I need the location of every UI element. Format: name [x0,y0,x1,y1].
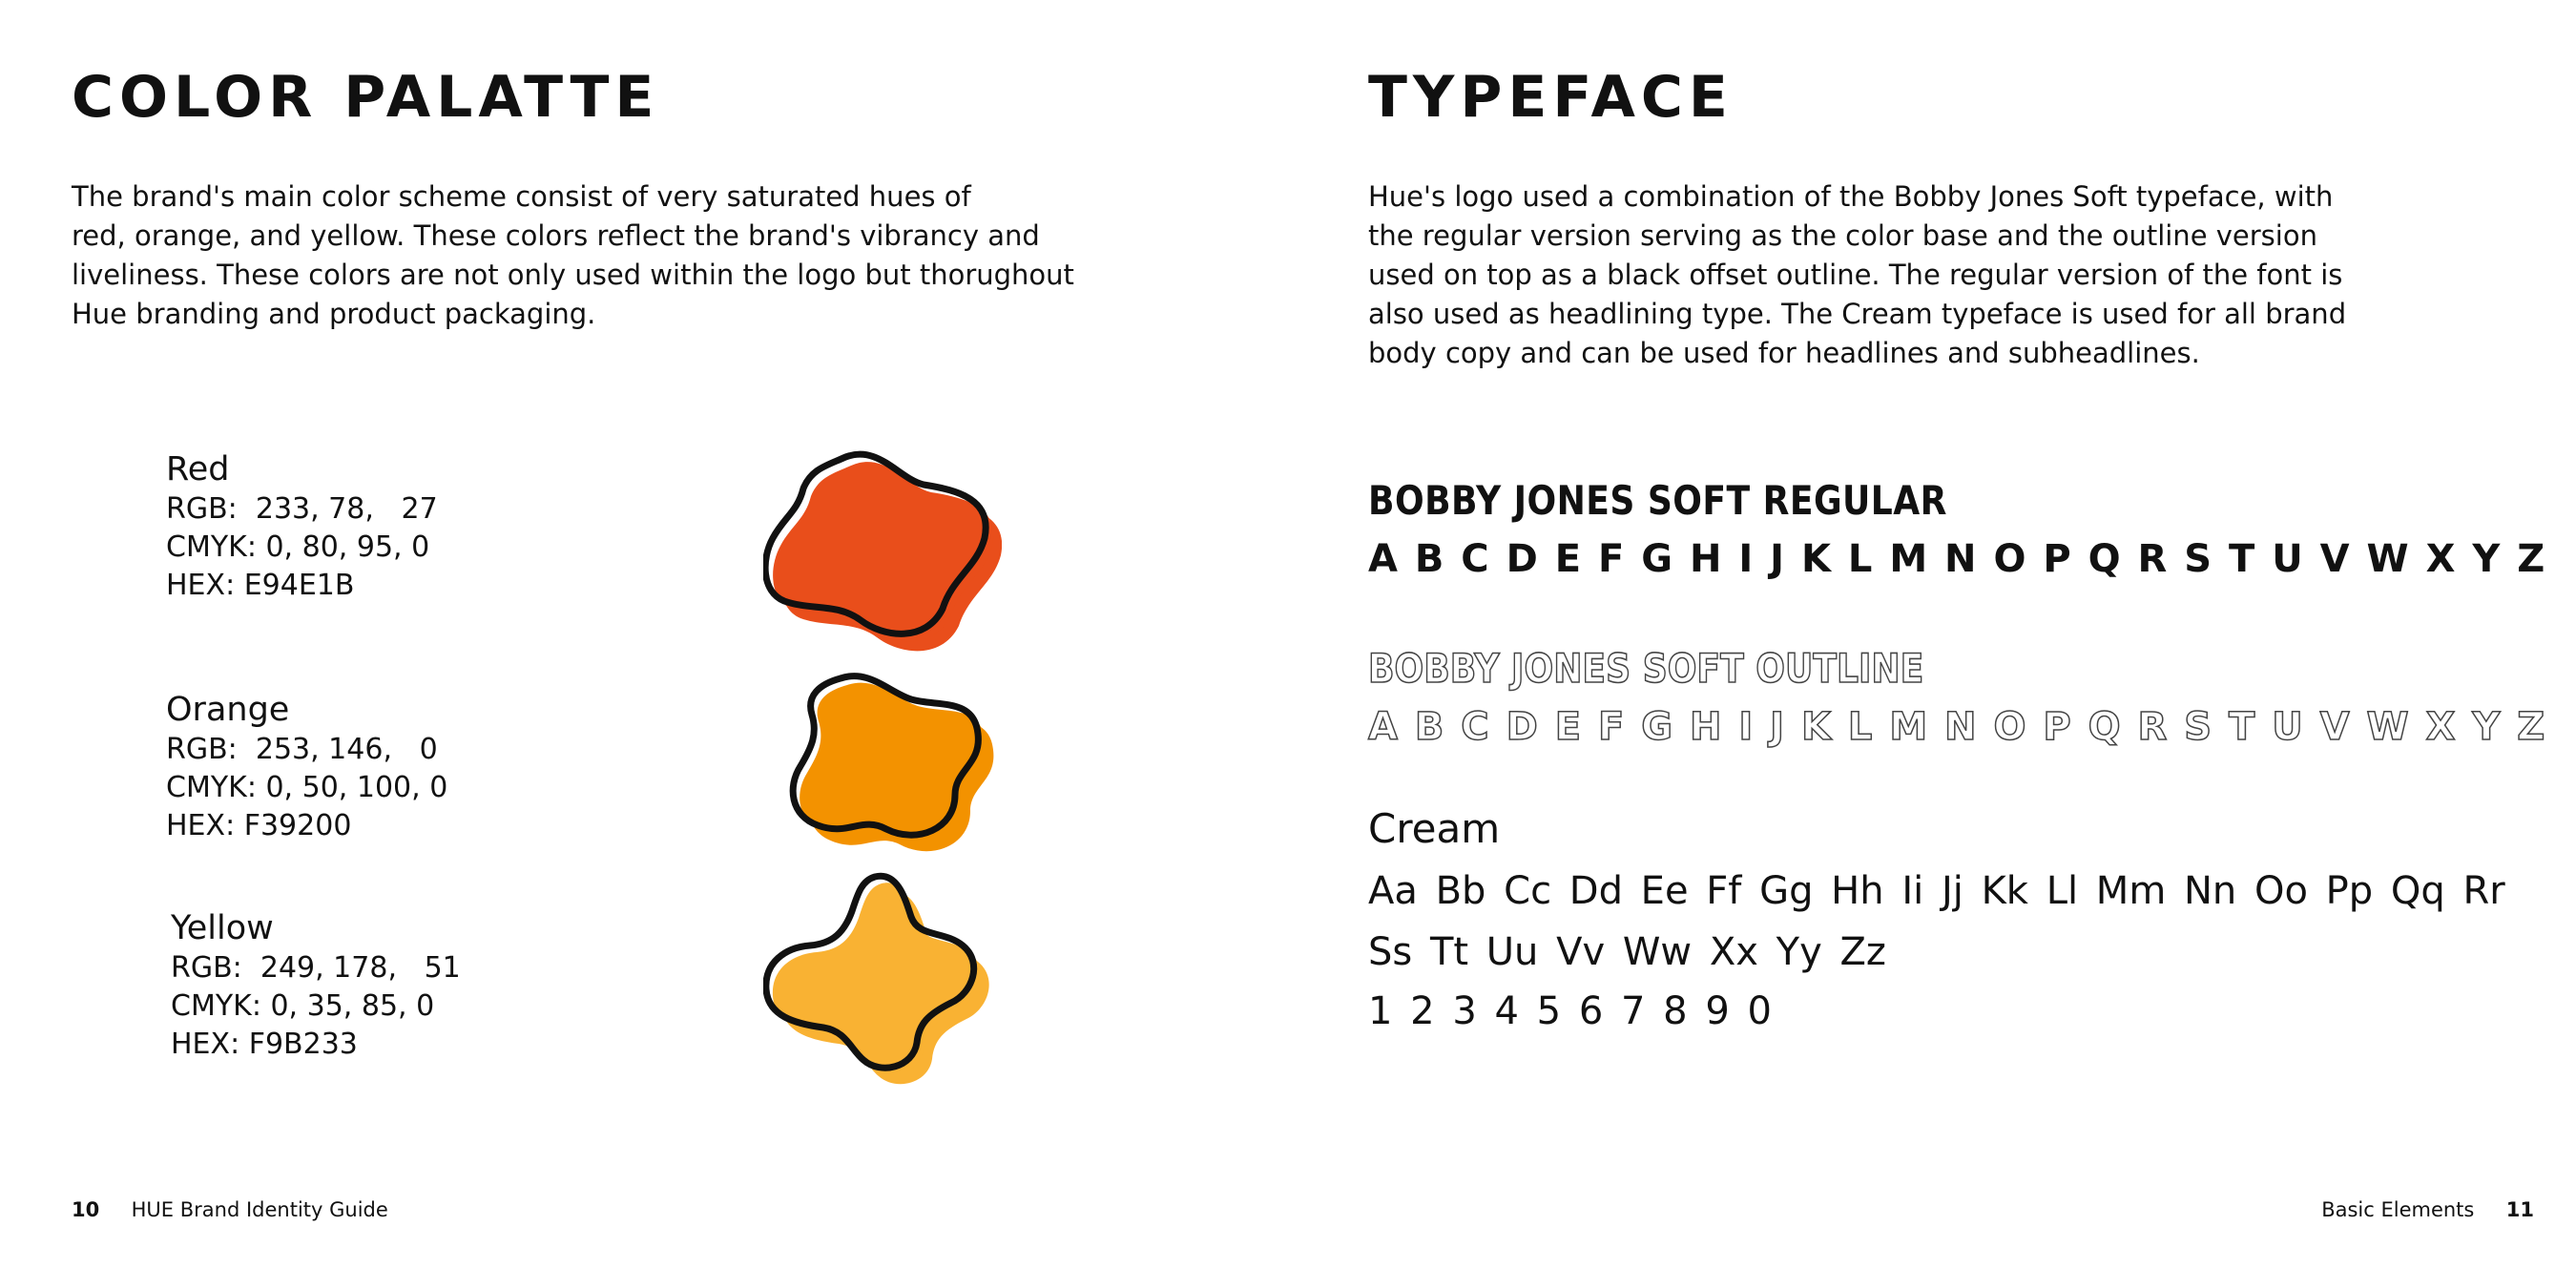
bobby-jones-regular-title: BOBBY JONES SOFT REGULAR [1368,477,1947,524]
page-number: 10 [72,1198,100,1221]
bobby-jones-outline-alphabet: A B C D E F G H I J K L M N O P Q R S T … [1367,705,2545,749]
yellow-blob-fill [772,883,981,1075]
page-number: 11 [2505,1198,2534,1221]
footer-label: Basic Elements [2321,1198,2475,1221]
right-page: TYPEFACE Hue's logo used a combination o… [1288,0,2576,1288]
cream-alphabet-line-2: Ss Tt Uu Vv Ww Xx Yy Zz [1368,930,1886,974]
swatch-cmyk: CMYK: 0, 80, 95, 0 [166,530,430,564]
swatch-rgb: RGB: 249, 178, 51 [171,951,461,985]
footer-spacer [106,1198,125,1221]
typeface-description: Hue's logo used a combination of the Bob… [1368,180,2347,369]
typeface-headline: TYPEFACE [1368,64,1734,131]
swatch-name: Yellow [171,909,274,947]
color-palette-headline: COLOR PALATTE [72,64,660,131]
swatch-hex: HEX: F9B233 [171,1028,358,1061]
swatch-rgb: RGB: 233, 78, 27 [166,492,438,526]
red-swatch-blob [763,450,1002,652]
right-footer: Basic Elements 11 [2321,1196,2534,1223]
orange-swatch-blob [789,673,994,852]
yellow-swatch-blob [763,872,989,1085]
swatch-hex: HEX: F39200 [166,809,352,842]
swatch-hex: HEX: E94E1B [166,569,355,602]
swatch-rgb: RGB: 253, 146, 0 [166,733,438,766]
swatch-name: Red [166,450,230,488]
swatch-cmyk: CMYK: 0, 35, 85, 0 [171,989,435,1023]
swatch-cmyk: CMYK: 0, 50, 100, 0 [166,771,448,804]
swatch-name: Orange [166,691,290,729]
footer-spacer [2481,1198,2500,1221]
bobby-jones-regular-alphabet: A B C D E F G H I J K L M N O P Q R S T … [1368,537,2545,581]
cream-numbers: 1 2 3 4 5 6 7 8 9 0 [1368,989,1772,1033]
color-palette-description: The brand's main color scheme consist of… [72,180,1074,330]
left-page: COLOR PALATTE The brand's main color sch… [0,0,1288,1288]
bobby-jones-outline-title: BOBBY JONES SOFT OUTLINE [1367,645,1924,692]
swatch-info-yellow: Yellow RGB: 249, 178, 51 CMYK: 0, 35, 85… [171,907,461,1064]
swatch-info-orange: Orange RGB: 253, 146, 0 CMYK: 0, 50, 100… [166,689,447,845]
cream-title: Cream [1368,805,1501,852]
footer-label: HUE Brand Identity Guide [131,1198,388,1221]
swatch-info-red: Red RGB: 233, 78, 27 CMYK: 0, 80, 95, 0 … [166,448,438,605]
cream-alphabet-line-1: Aa Bb Cc Dd Ee Ff Gg Hh Ii Jj Kk Ll Mm N… [1368,869,2505,913]
left-footer: 10 HUE Brand Identity Guide [72,1196,388,1223]
